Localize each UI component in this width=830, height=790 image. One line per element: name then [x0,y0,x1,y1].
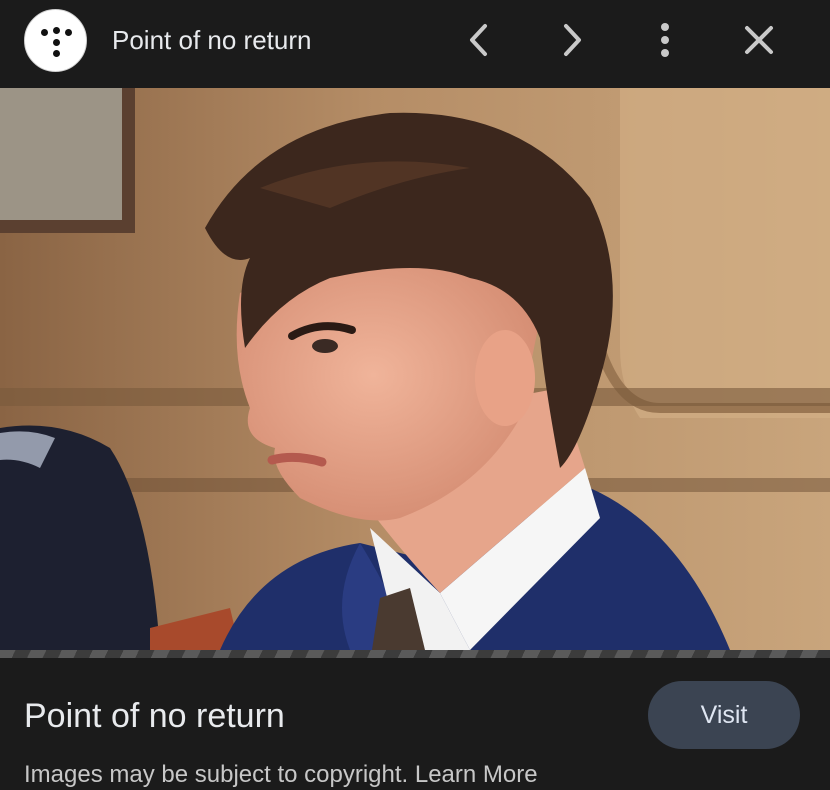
close-icon[interactable] [733,14,785,66]
visit-button[interactable]: Visit [648,681,800,749]
chevron-left-icon[interactable] [453,14,505,66]
page-title: Point of no return [112,25,312,55]
more-vert-icon[interactable] [639,14,691,66]
chevron-right-icon[interactable] [546,14,598,66]
loading-bar [0,650,830,658]
copyright-notice: Images may be subject to copyright. Lear… [24,761,538,788]
preview-image[interactable] [0,88,830,650]
site-logo-icon[interactable] [24,9,87,72]
result-title[interactable]: Point of no return [24,696,285,736]
viewer-topbar: Point of no return [0,0,830,88]
